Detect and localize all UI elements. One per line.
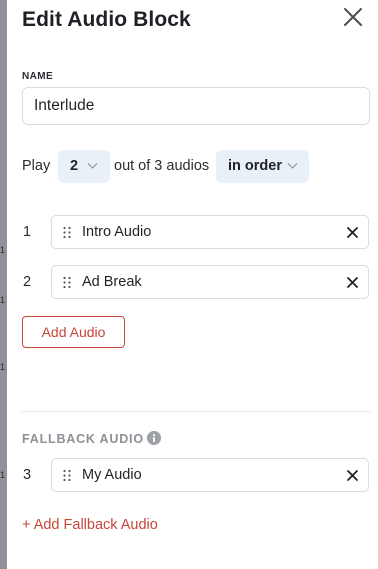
fallback-audio-name: My Audio [82,467,142,483]
add-fallback-audio-link[interactable]: + Add Fallback Audio [22,517,158,533]
drag-handle-icon[interactable] [62,276,72,289]
chevron-down-icon [287,163,298,169]
name-input[interactable] [22,87,370,125]
drag-handle-icon[interactable] [62,226,72,239]
close-icon[interactable] [341,5,365,29]
edge-glyph: 1 [0,295,6,305]
remove-audio-icon[interactable] [346,276,359,289]
audio-name: Ad Break [82,274,142,290]
fallback-audio-label: FALLBACK AUDIO [22,432,144,446]
chevron-down-icon [87,163,98,169]
drag-handle-icon[interactable] [62,469,72,482]
play-order-select[interactable]: in order [216,150,309,183]
play-settings-row: Play 2 out of 3 audios in order [22,150,372,183]
play-count-value: 2 [70,158,79,174]
play-order-value: in order [228,158,282,174]
add-audio-button[interactable]: Add Audio [22,316,125,348]
audio-row-number: 2 [23,274,32,290]
edge-glyph: 1 [0,245,6,255]
audio-list-item: Ad Break [51,265,369,299]
edge-glyph: 1 [0,362,6,372]
audio-list-item: Intro Audio [51,215,369,249]
play-prefix-text: Play [22,158,51,174]
info-icon[interactable] [147,431,161,445]
audio-name: Intro Audio [82,224,152,240]
fallback-row-number: 3 [23,467,32,483]
section-divider [22,411,370,412]
name-field-label: NAME [22,71,54,82]
remove-audio-icon[interactable] [346,226,359,239]
play-count-select[interactable]: 2 [58,150,110,183]
fallback-list-item: My Audio [51,458,369,492]
play-middle-text: out of 3 audios [114,158,210,174]
background-page-edge: 1 1 1 1 [0,0,7,569]
audio-row-number: 1 [23,224,32,240]
edit-audio-block-panel: Edit Audio Block NAME Play 2 out of 3 au… [7,0,378,569]
edge-glyph: 1 [0,470,6,480]
remove-fallback-icon[interactable] [346,469,359,482]
panel-title: Edit Audio Block [22,8,191,31]
